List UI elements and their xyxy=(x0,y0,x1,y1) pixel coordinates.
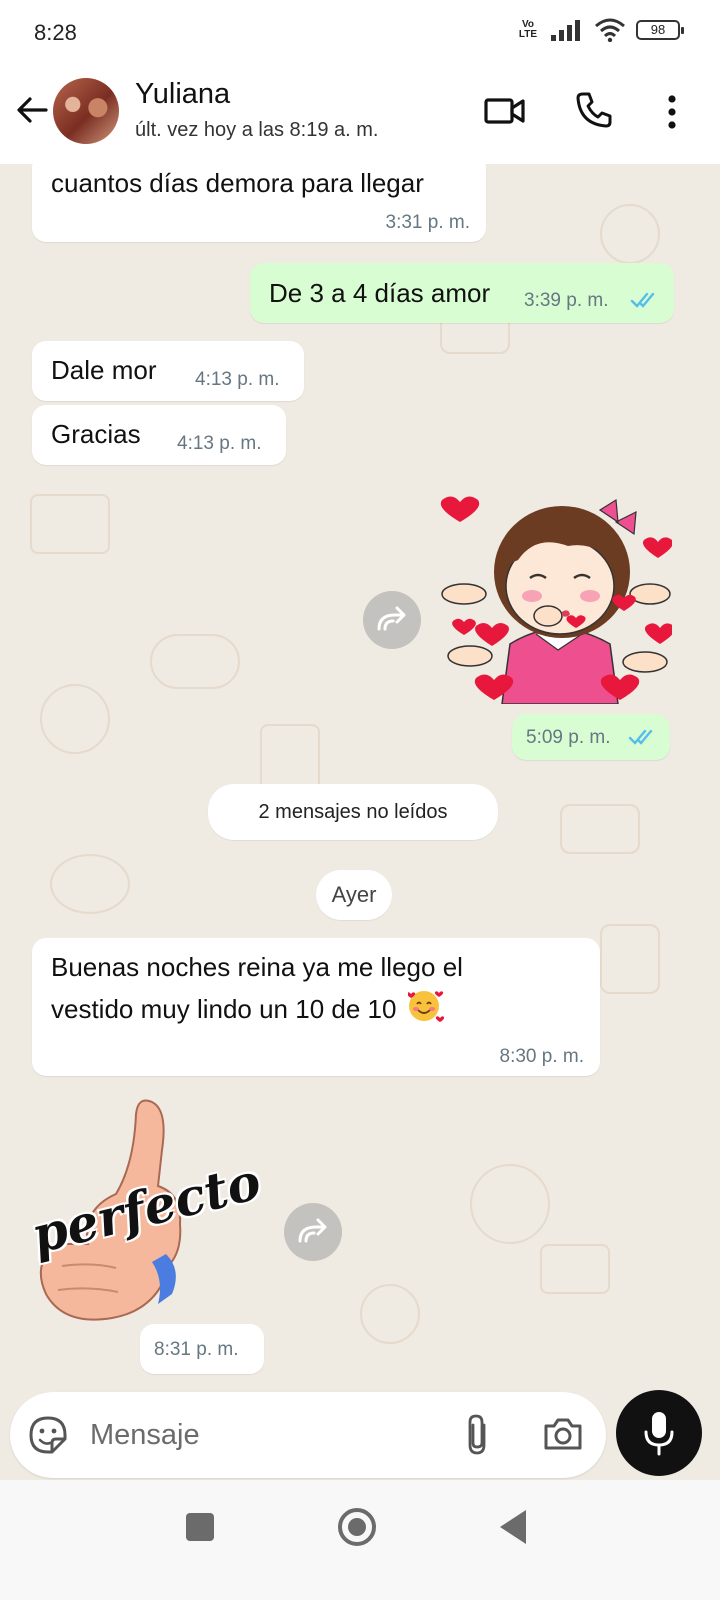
sticker-time-bubble: 5:09 p. m. xyxy=(512,714,670,760)
read-receipt-icon xyxy=(628,729,653,745)
sticker-icon[interactable] xyxy=(28,1415,68,1455)
forward-icon xyxy=(377,606,406,631)
message-time: 4:13 p. m. xyxy=(177,433,262,454)
system-navigation-bar xyxy=(0,1480,720,1600)
forward-button[interactable] xyxy=(363,591,421,649)
attach-icon[interactable] xyxy=(462,1413,492,1457)
microphone-icon xyxy=(644,1412,674,1456)
message-time: 3:39 p. m. xyxy=(524,290,609,311)
status-bar: 8:28 Vo LTE 98 xyxy=(0,0,720,66)
message-bubble-incoming[interactable]: Gracias 4:13 p. m. xyxy=(32,405,286,465)
more-vert-icon[interactable] xyxy=(660,92,684,132)
status-icons: Vo LTE 98 xyxy=(516,18,684,42)
voice-record-button[interactable] xyxy=(616,1390,702,1476)
wallpaper-doodle xyxy=(50,854,130,914)
wallpaper-doodle xyxy=(600,204,660,264)
date-divider: Ayer xyxy=(316,870,392,920)
message-text: Dale mor xyxy=(51,355,157,385)
wallpaper-doodle xyxy=(40,684,110,754)
wifi-icon xyxy=(595,18,625,42)
volte-indicator: Vo LTE xyxy=(518,19,538,40)
recent-apps-icon[interactable] xyxy=(186,1513,214,1541)
contact-avatar[interactable] xyxy=(53,78,119,144)
message-time: 8:30 p. m. xyxy=(499,1046,585,1067)
forward-button[interactable] xyxy=(284,1203,342,1261)
message-time: 8:31 p. m. xyxy=(154,1339,239,1360)
message-text: vestido muy lindo un 10 de 10 xyxy=(51,994,397,1024)
message-bubble-incoming[interactable]: Dale mor 4:13 p. m. xyxy=(32,341,304,401)
unread-messages-divider: 2 mensajes no leídos xyxy=(208,784,498,840)
home-icon[interactable] xyxy=(338,1508,376,1546)
read-receipt-icon xyxy=(630,292,655,308)
sticker-girl-hearts[interactable] xyxy=(440,494,672,704)
wallpaper-doodle xyxy=(30,494,110,554)
phone-call-icon[interactable] xyxy=(574,90,614,130)
wallpaper-doodle xyxy=(150,634,240,689)
message-input[interactable] xyxy=(90,1414,450,1456)
contact-name[interactable]: Yuliana xyxy=(135,78,230,111)
wallpaper-doodle xyxy=(470,1164,550,1244)
message-time: 3:31 p. m. xyxy=(385,212,471,233)
sticker-time-bubble: 8:31 p. m. xyxy=(140,1324,264,1374)
message-time: 5:09 p. m. xyxy=(526,727,611,748)
message-bubble-incoming[interactable]: cuantos días demora para llegar 3:31 p. … xyxy=(32,164,486,242)
last-seen-status: últ. vez hoy a las 8:19 a. m. xyxy=(135,119,379,141)
wallpaper-doodle xyxy=(540,1244,610,1294)
message-time: 4:13 p. m. xyxy=(195,369,280,390)
video-call-icon[interactable] xyxy=(484,92,526,130)
message-text: De 3 a 4 días amor xyxy=(269,278,491,308)
message-text-line-2: vestido muy lindo un 10 de 10 xyxy=(51,991,444,1025)
message-bubble-outgoing[interactable]: De 3 a 4 días amor 3:39 p. m. xyxy=(250,263,674,323)
message-text: cuantos días demora para llegar xyxy=(51,168,424,198)
camera-icon[interactable] xyxy=(542,1414,584,1454)
message-text-line-1: Buenas noches reina ya me llego el xyxy=(51,952,463,982)
wallpaper-doodle xyxy=(560,804,640,854)
message-text: Gracias xyxy=(51,419,141,449)
signal-icon xyxy=(551,20,580,41)
wallpaper-doodle xyxy=(360,1284,420,1344)
system-back-icon[interactable] xyxy=(500,1510,526,1544)
back-arrow-icon[interactable] xyxy=(12,90,52,130)
wallpaper-doodle xyxy=(600,924,660,994)
battery-indicator: 98 xyxy=(636,20,684,40)
message-bubble-incoming[interactable]: Buenas noches reina ya me llego el vesti… xyxy=(32,938,600,1076)
message-composer xyxy=(10,1392,606,1478)
chat-header: Yuliana últ. vez hoy a las 8:19 a. m. xyxy=(0,66,720,164)
forward-icon xyxy=(298,1218,327,1243)
smiling-face-with-hearts-icon xyxy=(404,991,444,1022)
chat-area[interactable]: cuantos días demora para llegar 3:31 p. … xyxy=(0,164,720,1400)
status-time: 8:28 xyxy=(34,20,77,45)
